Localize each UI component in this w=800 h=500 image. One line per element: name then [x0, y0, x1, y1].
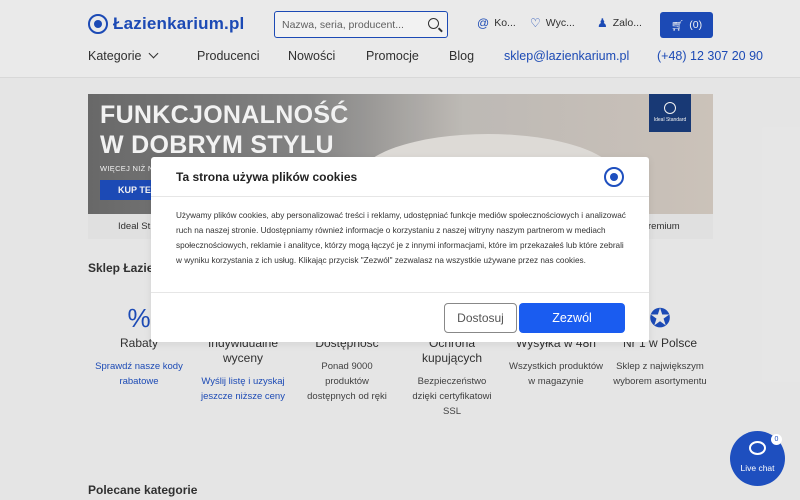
dialog-header: Ta strona używa plików cookies — [151, 157, 649, 197]
dialog-body-text: Używamy plików cookies, aby personalizow… — [176, 211, 626, 265]
dialog-divider — [151, 292, 649, 293]
adjust-cookies-button[interactable]: Dostosuj — [444, 303, 517, 333]
cookie-consent-dialog: Ta strona używa plików cookies Używamy p… — [151, 157, 649, 342]
live-chat-label: Live chat — [740, 463, 775, 473]
chat-badge: 0 — [771, 434, 782, 445]
logo-icon — [604, 167, 624, 187]
live-chat-button[interactable]: 0 Live chat — [730, 431, 785, 486]
dialog-title: Ta strona używa plików cookies — [176, 170, 358, 184]
headset-icon — [749, 441, 766, 455]
allow-cookies-button[interactable]: Zezwól — [519, 303, 625, 333]
